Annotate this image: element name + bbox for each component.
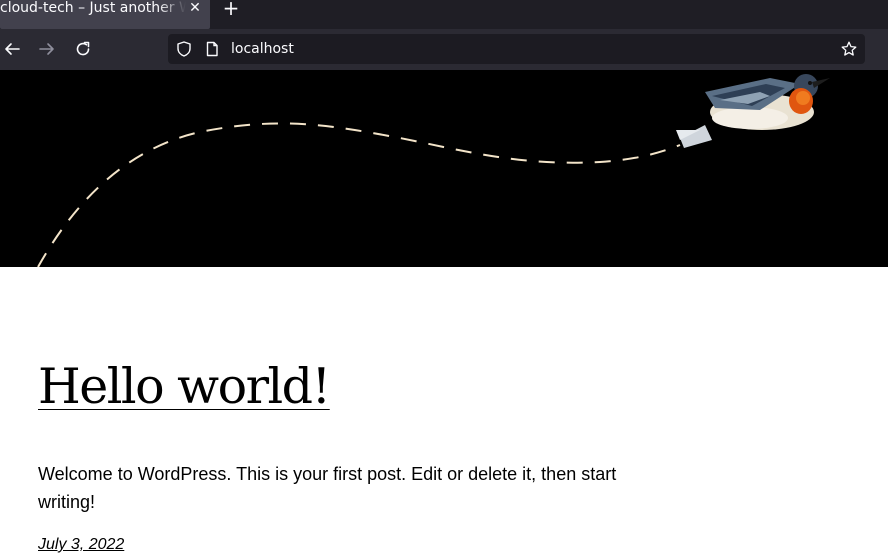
back-button[interactable] xyxy=(0,37,24,61)
star-bookmark-icon[interactable] xyxy=(841,41,857,57)
page-icon[interactable] xyxy=(204,41,220,57)
forward-button[interactable] xyxy=(35,37,59,61)
tab-bar: cloud-tech – Just another WordPress site… xyxy=(0,0,888,29)
header-illustration xyxy=(37,74,830,267)
reload-button[interactable] xyxy=(71,37,95,61)
url-text[interactable]: localhost xyxy=(231,41,294,58)
close-icon[interactable]: ✕ xyxy=(188,0,202,16)
post-date-link[interactable]: July 3, 2022 xyxy=(38,536,124,554)
forward-arrow-icon xyxy=(39,43,54,55)
dashed-flight-path xyxy=(37,122,681,267)
site-header-image xyxy=(0,70,888,267)
new-tab-button[interactable]: + xyxy=(221,0,241,18)
post-body: Welcome to WordPress. This is your first… xyxy=(38,464,617,512)
hummingbird-icon xyxy=(676,74,830,148)
post-title-link[interactable]: Hello world! xyxy=(38,357,331,417)
tab-title: cloud-tech – Just another WordPress site xyxy=(0,0,186,16)
shield-icon[interactable] xyxy=(176,41,192,57)
reload-icon xyxy=(76,41,90,56)
active-tab[interactable]: cloud-tech – Just another WordPress site… xyxy=(0,0,210,29)
post-content: Hello world! Welcome to WordPress. This … xyxy=(0,267,888,560)
back-arrow-icon xyxy=(5,43,20,55)
url-bar[interactable]: localhost xyxy=(168,34,865,64)
navigation-bar: localhost xyxy=(0,29,888,70)
